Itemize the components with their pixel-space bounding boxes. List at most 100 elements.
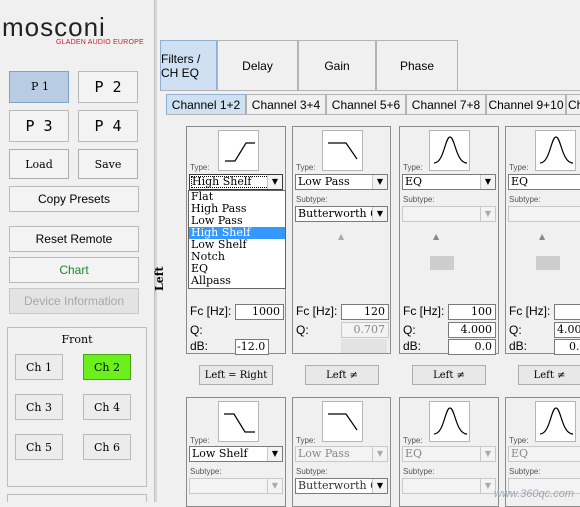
watermark: www.360qc.com <box>494 488 574 500</box>
fc-input[interactable]: 1000 <box>235 304 284 320</box>
type-label: Type: <box>509 436 529 445</box>
preset-2-button[interactable]: P 2 <box>78 71 138 103</box>
shelf-icon <box>218 130 259 171</box>
subtype-label: Subtype: <box>403 195 435 204</box>
db-disabled <box>341 339 387 353</box>
type-label: Type: <box>403 436 423 445</box>
subtype-select[interactable] <box>508 206 580 222</box>
type-value: EQ <box>511 447 528 460</box>
db-input[interactable]: -12.0 <box>235 339 269 355</box>
channel-5-button[interactable]: Ch 5 <box>15 434 63 460</box>
brand-tagline: GLADEN AUDIO EUROPE <box>56 39 144 46</box>
subtype-value: Butterworth 6 <box>298 479 377 492</box>
filter-card-4: Type: EQ Subtype: ▲ Fc [Hz]: 1 Q: 4.000 … <box>505 126 580 354</box>
scroll-up-icon: ▲ <box>433 232 439 241</box>
chevron-down-icon: ▼ <box>372 207 387 221</box>
slider-thumb[interactable] <box>536 256 560 270</box>
fc-input[interactable]: 1 <box>554 304 580 320</box>
save-button[interactable]: Save <box>78 149 138 179</box>
type-select[interactable]: Low Pass ▼ <box>295 174 388 190</box>
type-select[interactable]: Low Pass▼ <box>295 446 388 462</box>
subtype-select[interactable]: ▼ <box>402 206 496 222</box>
channel-tab-divider <box>166 114 580 115</box>
tab-delay[interactable]: Delay <box>217 40 298 91</box>
subtype-label: Subtype: <box>296 467 328 476</box>
type-dropdown-list[interactable]: Flat High Pass Low Pass High Shelf Low S… <box>188 190 286 289</box>
channel-3-button[interactable]: Ch 3 <box>15 394 63 420</box>
filter-card-6: Type: Low Pass▼ Subtype: Butterworth 6▼ <box>292 397 391 507</box>
type-label: Type: <box>190 436 210 445</box>
link-button-3[interactable]: Left ≠ <box>412 365 486 385</box>
type-select[interactable]: EQ▼ <box>402 446 496 462</box>
front-group-label: Front <box>8 333 146 346</box>
channel-6-button[interactable]: Ch 6 <box>83 434 131 460</box>
reset-remote-button[interactable]: Reset Remote <box>9 226 139 252</box>
filter-card-3: Type: EQ▼ Subtype: ▼ ▲ Fc [Hz]: 100 Q: 4… <box>399 126 499 354</box>
slider-thumb[interactable] <box>430 256 454 270</box>
db-input[interactable]: 0.0 <box>554 339 580 355</box>
channel-1-button[interactable]: Ch 1 <box>15 354 63 380</box>
type-select[interactable]: EQ <box>508 446 580 462</box>
gain-slider[interactable]: ▲ <box>430 230 446 300</box>
type-label: Type: <box>509 163 529 172</box>
channel-tab-3-4[interactable]: Channel 3+4 <box>246 94 326 115</box>
db-label: dB: <box>190 339 208 353</box>
channel-tab-5-6[interactable]: Channel 5+6 <box>326 94 406 115</box>
tab-filters[interactable]: Filters / CH EQ <box>160 40 217 91</box>
peak-icon <box>429 401 470 442</box>
tab-divider <box>160 90 580 91</box>
lowpass-icon <box>322 401 363 442</box>
type-select[interactable]: High Shelf▼ <box>189 174 283 190</box>
channel-4-button[interactable]: Ch 4 <box>83 394 131 420</box>
load-button[interactable]: Load <box>9 149 69 179</box>
link-button-2[interactable]: Left ≠ <box>305 365 379 385</box>
chevron-down-icon: ▼ <box>480 447 495 461</box>
chevron-down-icon: ▼ <box>267 447 282 461</box>
subtype-select[interactable]: ▼ <box>189 478 283 494</box>
fc-input[interactable]: 120 <box>341 304 389 320</box>
subtype-value: Butterworth 6 <box>298 207 377 220</box>
subtype-select[interactable]: Butterworth 6▼ <box>295 206 388 222</box>
gain-slider[interactable]: ▲ <box>335 230 351 300</box>
channel-tab-1-2[interactable]: Channel 1+2 <box>166 94 246 115</box>
dropdown-option-allpass[interactable]: Allpass <box>189 275 285 287</box>
chevron-down-icon: ▼ <box>480 207 495 221</box>
filter-card-2: Type: Low Pass▼ Subtype: Butterworth 6▼ … <box>292 126 391 354</box>
q-input[interactable]: 4.000 <box>448 322 496 338</box>
channel-tab-9-10[interactable]: Channel 9+10 <box>486 94 566 115</box>
subtype-select[interactable]: ▼ <box>402 478 496 494</box>
channel-tab-more[interactable]: Ch <box>566 94 580 115</box>
q-label: Q: <box>509 323 522 337</box>
channel-tab-7-8[interactable]: Channel 7+8 <box>406 94 486 115</box>
left-panel: mosconi GLADEN AUDIO EUROPE P 1 P 2 P 3 … <box>0 0 152 502</box>
type-value: High Shelf <box>192 175 251 188</box>
type-select[interactable]: EQ▼ <box>402 174 496 190</box>
tab-phase[interactable]: Phase <box>376 40 458 91</box>
preset-4-button[interactable]: P 4 <box>78 110 138 142</box>
lowpass-icon <box>322 130 363 171</box>
channel-2-button[interactable]: Ch 2 <box>83 354 131 380</box>
fc-label: Fc [Hz]: <box>190 304 231 318</box>
type-value: Low Pass <box>298 175 350 188</box>
preset-1-button[interactable]: P 1 <box>9 71 69 103</box>
type-select[interactable]: Low Shelf▼ <box>189 446 283 462</box>
copy-presets-button[interactable]: Copy Presets <box>9 186 139 212</box>
db-input[interactable]: 0.0 <box>448 339 496 355</box>
tab-gain[interactable]: Gain <box>298 40 376 91</box>
q-input[interactable]: 0.707 <box>341 322 389 338</box>
type-value: Low Pass <box>298 447 350 460</box>
link-button-4[interactable]: Left ≠ <box>518 365 580 385</box>
link-button-1[interactable]: Left = Right <box>199 365 273 385</box>
fc-input[interactable]: 100 <box>448 304 496 320</box>
q-input[interactable]: 4.000 <box>554 322 580 338</box>
chevron-down-icon: ▼ <box>372 175 387 189</box>
preset-3-button[interactable]: P 3 <box>9 110 69 142</box>
peak-icon <box>429 130 470 171</box>
type-label: Type: <box>296 436 316 445</box>
chart-button[interactable]: Chart <box>9 257 139 283</box>
q-label: Q: <box>190 323 203 337</box>
gain-slider[interactable]: ▲ <box>536 230 552 300</box>
type-select[interactable]: EQ <box>508 174 580 190</box>
subtype-select[interactable]: Butterworth 6▼ <box>295 478 388 494</box>
device-information-button[interactable]: Device Information <box>9 288 139 314</box>
